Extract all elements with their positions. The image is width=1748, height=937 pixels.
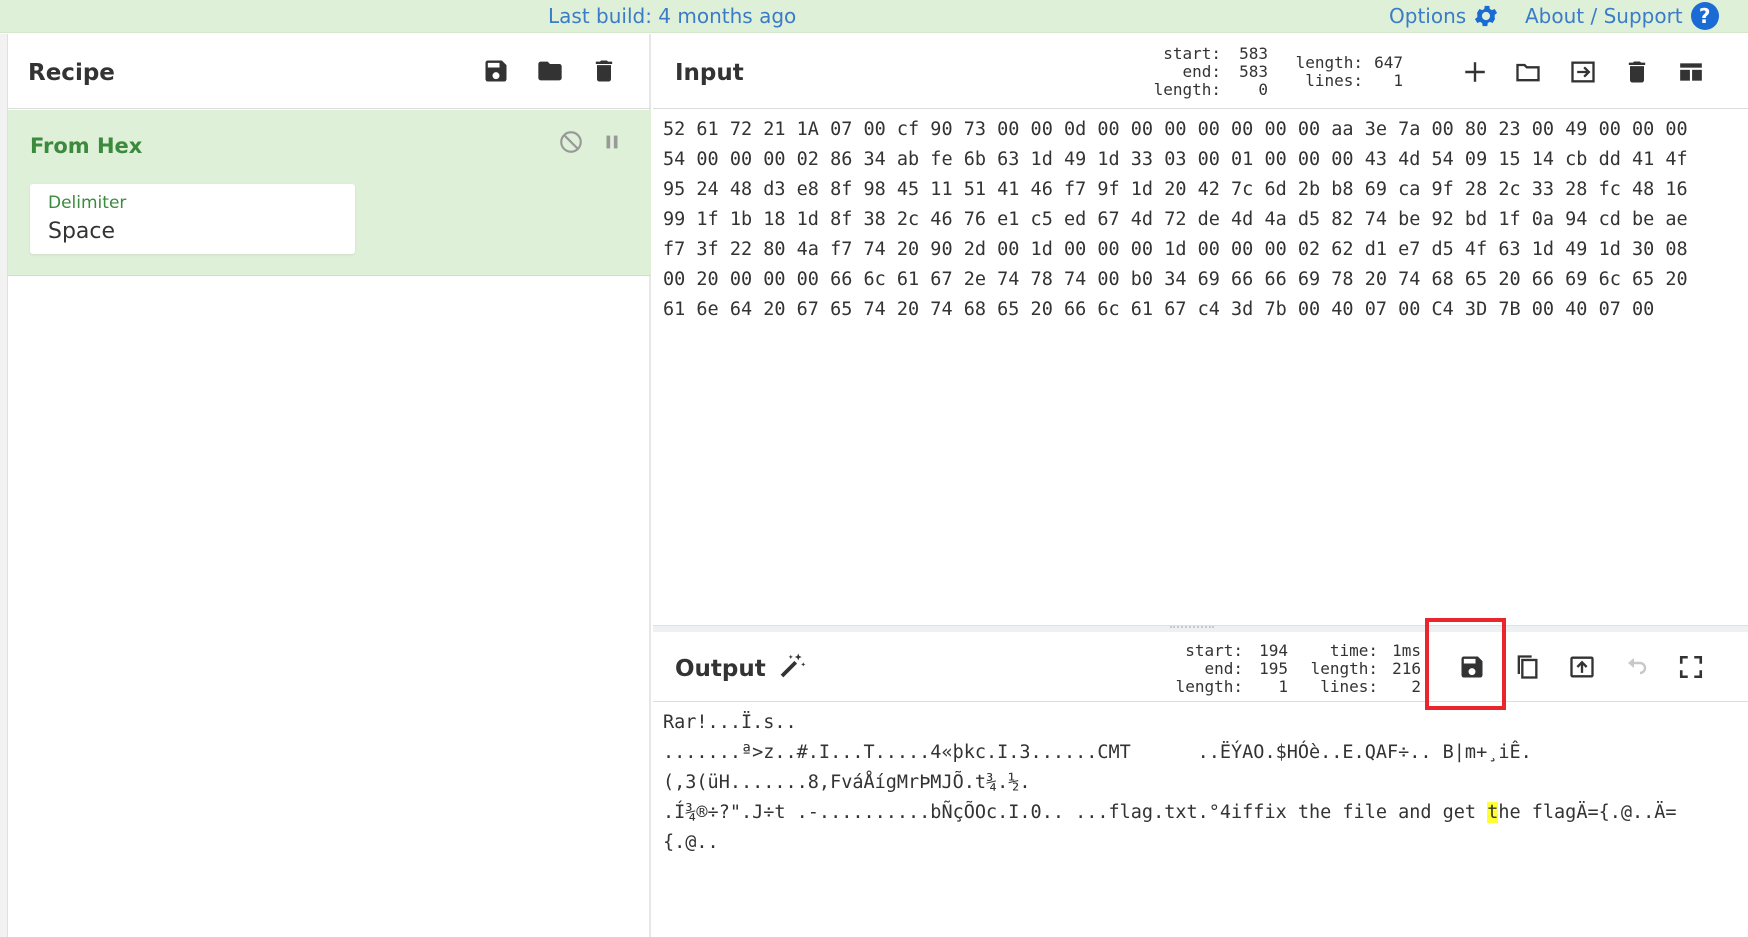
disable-icon	[558, 129, 584, 155]
options-label: Options	[1389, 4, 1467, 28]
output-line: (,3(üH.......8,FváÅígMrÞMJÕ.t¾.½.	[663, 772, 1031, 793]
recipe-operation-from-hex[interactable]: From Hex Delimiter Space	[8, 110, 651, 276]
options-link[interactable]: Options	[1389, 2, 1500, 30]
copy-output-button[interactable]	[1509, 649, 1545, 685]
input-line: 61 6e 64 20 67 65 74 20 74 68 65 20 66 6…	[663, 299, 1655, 320]
save-icon	[482, 57, 510, 85]
output-lines-value: 2	[1411, 677, 1421, 696]
input-line: 52 61 72 21 1A 07 00 cf 90 73 00 00 0d 0…	[663, 119, 1688, 140]
output-total-length-value: 216	[1392, 659, 1421, 678]
copy-icon	[1513, 652, 1541, 682]
replace-input-button[interactable]	[1564, 649, 1600, 685]
delimiter-field[interactable]: Delimiter Space	[30, 184, 355, 254]
trash-icon	[1623, 58, 1651, 86]
input-length-label: length:	[1153, 80, 1221, 99]
reset-layout-button[interactable]	[1673, 54, 1709, 90]
input-total-values: 647 1	[1363, 54, 1403, 90]
input-line: 95 24 48 d3 e8 8f 98 45 11 51 41 46 f7 9…	[663, 179, 1688, 200]
output-sel-length-value: 1	[1278, 677, 1288, 696]
recipe-title: Recipe	[28, 60, 115, 86]
input-line: 54 00 00 00 02 86 34 ab fe 6b 63 1d 49 1…	[663, 149, 1688, 170]
gear-icon	[1472, 2, 1500, 30]
save-button-callout	[1425, 618, 1506, 710]
layout-icon	[1675, 59, 1707, 85]
input-selection-values: 583 583 0	[1223, 45, 1268, 99]
output-total-labels: time: length: lines:	[1293, 642, 1378, 696]
delimiter-value[interactable]: Space	[48, 219, 115, 244]
disable-operation-button[interactable]	[553, 124, 589, 160]
recipe-header: Recipe	[8, 34, 651, 109]
undo-icon	[1621, 655, 1651, 679]
input-header: Input start: end: length: 583 583 0 leng…	[653, 34, 1748, 109]
input-lines-label: lines:	[1305, 71, 1363, 90]
output-header: Output start: end: length: 194 195 1 tim…	[653, 632, 1748, 702]
folder-icon	[534, 57, 566, 85]
top-banner: Last build: 4 months ago Options About /…	[0, 0, 1748, 33]
input-sel-length-value: 0	[1258, 80, 1268, 99]
folder-icon	[1512, 58, 1544, 86]
output-line-text: .Í¾®÷?".J÷t .-..........bÑçÕOc.I.0.. ...…	[663, 802, 1488, 823]
output-total-values: 1ms 216 2	[1381, 642, 1421, 696]
input-lines-value: 1	[1393, 71, 1403, 90]
input-start-label: start:	[1163, 44, 1221, 63]
output-start-label: start:	[1185, 641, 1243, 660]
trash-icon	[590, 57, 618, 85]
input-selection-labels: start: end: length:	[1141, 45, 1221, 99]
output-selection-values: 194 195 1	[1243, 642, 1288, 696]
output-total-length-label: length:	[1310, 659, 1378, 678]
maximise-output-button[interactable]	[1673, 649, 1709, 685]
input-start-value: 583	[1239, 44, 1268, 63]
output-line: .Í¾®÷?".J÷t .-..........bÑçÕOc.I.0.. ...…	[663, 802, 1677, 823]
input-total-length-value: 647	[1374, 53, 1403, 72]
output-line-text-rest: he flagÄ={.@..Ä=	[1498, 802, 1677, 823]
output-selection-labels: start: end: length:	[1163, 642, 1243, 696]
magic-button[interactable]	[774, 648, 810, 684]
save-recipe-button[interactable]	[478, 53, 514, 89]
input-line: 00 20 00 00 00 66 6c 61 67 2e 74 78 74 0…	[663, 269, 1688, 290]
input-total-length-label: length:	[1295, 53, 1363, 72]
output-line: Rar!...Ï.s..	[663, 712, 797, 733]
magic-wand-icon	[777, 651, 807, 681]
input-textarea[interactable]: 52 61 72 21 1A 07 00 cf 90 73 00 00 0d 0…	[653, 110, 1748, 625]
about-label: About / Support	[1525, 4, 1683, 28]
input-end-label: end:	[1182, 62, 1221, 81]
about-support-link[interactable]: About / Support ?	[1525, 2, 1719, 30]
input-line: f7 3f 22 80 4a f7 74 20 90 2d 00 1d 00 0…	[663, 239, 1688, 260]
output-start-value: 194	[1259, 641, 1288, 660]
splitter-grip[interactable]	[1170, 626, 1214, 629]
selection-highlight: t	[1487, 802, 1499, 823]
open-folder-button[interactable]	[1565, 54, 1601, 90]
input-total-labels: length: lines:	[1278, 54, 1363, 90]
input-title: Input	[675, 60, 744, 86]
input-line: 99 1f 1b 18 1d 8f 38 2c 46 76 e1 c5 ed 6…	[663, 209, 1688, 230]
breakpoint-button[interactable]	[594, 124, 630, 160]
output-length-label: length:	[1175, 677, 1243, 696]
output-title: Output	[675, 656, 766, 682]
operations-pane-edge[interactable]	[0, 34, 8, 937]
import-icon	[1566, 58, 1600, 86]
pause-icon	[601, 131, 623, 153]
last-build-text: Last build: 4 months ago	[548, 4, 797, 28]
load-recipe-button[interactable]	[532, 53, 568, 89]
output-textarea[interactable]: Rar!...Ï.s.. .......ª>z..#.I...T.....4«þ…	[653, 703, 1748, 937]
output-end-label: end:	[1204, 659, 1243, 678]
add-input-tab-button[interactable]	[1457, 54, 1493, 90]
undo-button[interactable]	[1618, 649, 1654, 685]
output-time-label: time:	[1329, 641, 1378, 660]
fullscreen-icon	[1678, 654, 1704, 680]
clear-recipe-button[interactable]	[586, 53, 622, 89]
operation-name: From Hex	[30, 134, 143, 158]
output-line: .......ª>z..#.I...T.....4«þkc.I.3......C…	[663, 742, 1532, 763]
add-icon	[1462, 59, 1488, 85]
help-icon: ?	[1690, 2, 1719, 30]
delimiter-label: Delimiter	[48, 193, 127, 213]
output-line: {.@..	[663, 832, 719, 853]
output-time-value: 1ms	[1392, 641, 1421, 660]
output-lines-label: lines:	[1320, 677, 1378, 696]
output-end-value: 195	[1259, 659, 1288, 678]
clear-input-button[interactable]	[1619, 54, 1655, 90]
replace-input-icon	[1567, 653, 1597, 681]
input-end-value: 583	[1239, 62, 1268, 81]
open-file-button[interactable]	[1510, 54, 1546, 90]
